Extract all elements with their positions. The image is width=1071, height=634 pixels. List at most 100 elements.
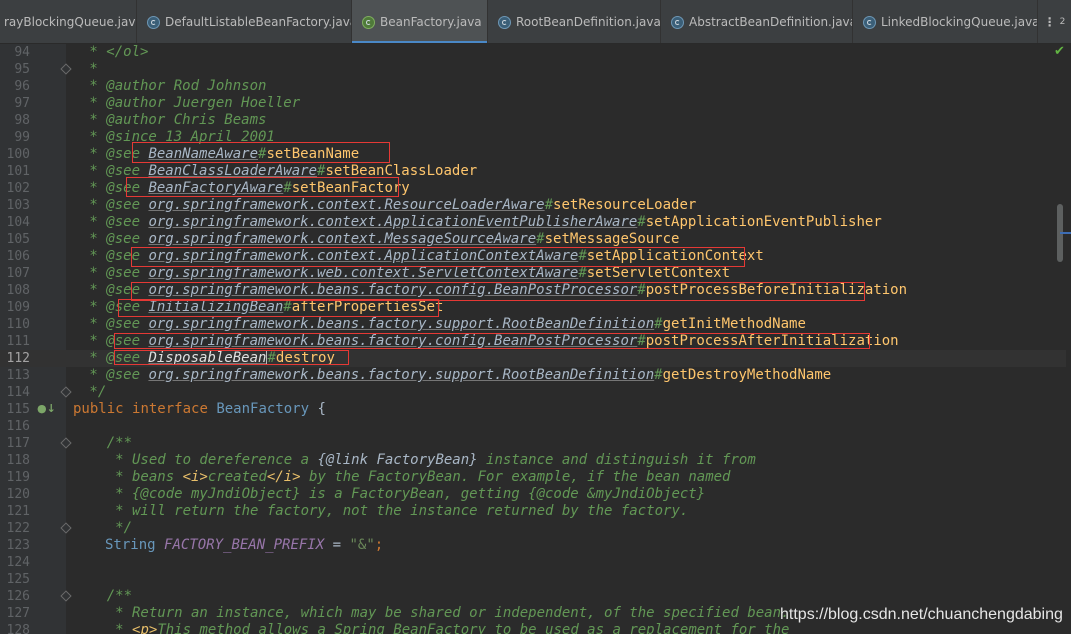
code-text: * beans <i>created</i> by the FactoryBea… <box>73 469 731 485</box>
class-icon <box>671 15 684 29</box>
line-number: 112 <box>6 351 30 366</box>
code-text: * @see org.springframework.context.Messa… <box>81 231 680 247</box>
tab-label: AbstractBeanDefinition.java <box>689 15 853 29</box>
code-line: 95 * <box>0 61 1066 78</box>
code-text: * <box>81 61 98 77</box>
line-number: 125 <box>6 572 30 587</box>
implementations-gutter-icon[interactable]: ●↓ <box>37 402 56 415</box>
line-number: 96 <box>14 79 30 94</box>
line-number: 113 <box>6 368 30 383</box>
scroll-marker <box>1060 232 1071 234</box>
code-line: 94 * </ol> <box>0 44 1066 61</box>
code-line: 110 * @see org.springframework.beans.fac… <box>0 316 1066 333</box>
line-number: 95 <box>14 62 30 77</box>
line-number: 109 <box>6 300 30 315</box>
line-number: 116 <box>6 419 30 434</box>
class-icon <box>147 15 160 29</box>
line-number: 97 <box>14 96 30 111</box>
code-line: 120 * {@code myJndiObject} is a FactoryB… <box>0 486 1066 503</box>
code-line: 124 <box>0 554 1066 571</box>
line-number: 115 <box>6 402 30 417</box>
tab-linkedblockingqueue[interactable]: LinkedBlockingQueue.java × <box>853 0 1038 43</box>
line-number: 118 <box>6 453 30 468</box>
code-text: * @see org.springframework.beans.factory… <box>81 367 832 383</box>
tab-label: LinkedBlockingQueue.java <box>881 15 1038 29</box>
code-line: 116 <box>0 418 1066 435</box>
code-line: 117 /** <box>0 435 1066 452</box>
hidden-tab-count: 2 <box>1059 17 1066 27</box>
line-number: 99 <box>14 130 30 145</box>
code-line: 103 * @see org.springframework.context.R… <box>0 197 1066 214</box>
tab-label: BeanFactory.java <box>380 15 482 29</box>
code-line: 105 * @see org.springframework.context.M… <box>0 231 1066 248</box>
inspection-ok-icon[interactable]: ✔ <box>1054 44 1065 59</box>
code-line: 119 * beans <i>created</i> by the Factor… <box>0 469 1066 486</box>
code-line: 114 */ <box>0 384 1066 401</box>
code-line: 121 * will return the factory, not the i… <box>0 503 1066 520</box>
line-number: 121 <box>6 504 30 519</box>
line-number: 100 <box>6 147 30 162</box>
line-number: 122 <box>6 521 30 536</box>
code-line: 126 /** <box>0 588 1066 605</box>
line-number: 98 <box>14 113 30 128</box>
line-number: 102 <box>6 181 30 196</box>
tab-rayblockingqueue[interactable]: rayBlockingQueue.java × <box>0 0 137 43</box>
code-line: 123 String FACTORY_BEAN_PREFIX = "&"; <box>0 537 1066 554</box>
line-number: 127 <box>6 606 30 621</box>
line-number: 123 <box>6 538 30 553</box>
code-text: */ <box>81 384 107 400</box>
highlight-box <box>132 142 390 163</box>
line-number: 106 <box>6 249 30 264</box>
code-line: 115 public interface BeanFactory { <box>0 401 1066 418</box>
line-number: 103 <box>6 198 30 213</box>
line-number: 119 <box>6 470 30 485</box>
line-number: 108 <box>6 283 30 298</box>
line-number: 110 <box>6 317 30 332</box>
line-number: 126 <box>6 589 30 604</box>
code-line: 118 * Used to dereference a {@link Facto… <box>0 452 1066 469</box>
code-line: 125 <box>0 571 1066 588</box>
line-number: 104 <box>6 215 30 230</box>
more-tabs-button[interactable]: ⋮ 2 <box>1038 0 1071 43</box>
line-number: 124 <box>6 555 30 570</box>
tab-defaultlistablebeanfactory[interactable]: DefaultListableBeanFactory.java × <box>137 0 352 43</box>
highlight-box <box>118 299 439 317</box>
code-text: public interface BeanFactory { <box>73 401 326 417</box>
tab-label: rayBlockingQueue.java <box>4 15 137 29</box>
code-text: /** <box>73 435 133 451</box>
tab-abstractbeandefinition[interactable]: AbstractBeanDefinition.java × <box>661 0 853 43</box>
code-text: * </ol> <box>81 44 149 60</box>
more-icon: ⋮ <box>1043 15 1056 29</box>
watermark: https://blog.csdn.net/chuanchengdabing <box>780 606 1063 623</box>
code-text: * will return the factory, not the insta… <box>73 503 689 519</box>
code-text: * Used to dereference a {@link FactoryBe… <box>73 452 756 468</box>
class-icon <box>863 15 876 29</box>
line-number: 107 <box>6 266 30 281</box>
code-line: 96 * @author Rod Johnson <box>0 78 1066 95</box>
code-text: String FACTORY_BEAN_PREFIX = "&"; <box>105 537 384 553</box>
code-text: * <p>This method allows a Spring BeanFac… <box>73 622 790 634</box>
line-number: 128 <box>6 623 30 634</box>
code-line: 104 * @see org.springframework.context.A… <box>0 214 1066 231</box>
code-line: 107 * @see org.springframework.web.conte… <box>0 265 1066 282</box>
code-line: 97 * @author Juergen Hoeller <box>0 95 1066 112</box>
highlight-box <box>114 333 870 349</box>
code-text: * {@code myJndiObject} is a FactoryBean,… <box>73 486 706 502</box>
code-text: */ <box>73 520 133 536</box>
tab-rootbeandefinition[interactable]: RootBeanDefinition.java × <box>488 0 661 43</box>
code-line: 113 * @see org.springframework.beans.fac… <box>0 367 1066 384</box>
interface-icon <box>362 15 375 29</box>
line-number: 94 <box>14 45 30 60</box>
line-number: 111 <box>6 334 30 349</box>
line-number: 101 <box>6 164 30 179</box>
code-text: * @author Juergen Hoeller <box>81 95 301 111</box>
class-icon <box>498 15 511 29</box>
tab-beanfactory[interactable]: BeanFactory.java × <box>352 0 488 43</box>
code-text: /** <box>73 588 133 604</box>
code-line: 122 */ <box>0 520 1066 537</box>
tab-label: RootBeanDefinition.java <box>516 15 661 29</box>
line-number: 120 <box>6 487 30 502</box>
tab-label: DefaultListableBeanFactory.java <box>165 15 352 29</box>
highlight-box <box>131 247 745 267</box>
code-text: * @see org.springframework.context.Resou… <box>81 197 697 213</box>
